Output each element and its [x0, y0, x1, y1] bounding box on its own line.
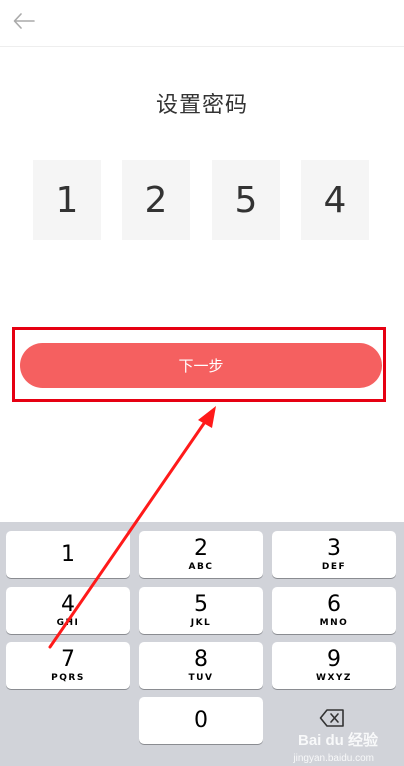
key-letters: MNO [319, 617, 349, 628]
key-number: 5 [194, 591, 208, 617]
key-7[interactable]: 7 PQRS [6, 642, 130, 689]
key-8[interactable]: 8 TUV [139, 642, 263, 689]
key-letters: JKL [190, 617, 212, 628]
key-letters: WXYZ [316, 672, 352, 683]
key-3[interactable]: 3 DEF [272, 531, 396, 578]
key-number: 2 [194, 535, 208, 561]
key-number: 7 [61, 646, 75, 672]
key-letters: DEF [321, 561, 347, 572]
key-0[interactable]: 0 [139, 697, 263, 744]
top-bar [0, 0, 404, 47]
pin-digit-box[interactable]: 5 [212, 160, 280, 240]
backspace-icon [319, 708, 345, 732]
key-number: 8 [194, 646, 208, 672]
back-button[interactable] [8, 8, 40, 38]
next-button[interactable]: 下一步 [20, 343, 382, 388]
key-number: 4 [61, 591, 75, 617]
page-title: 设置密码 [155, 93, 248, 118]
pin-digit-box[interactable]: 4 [301, 160, 369, 240]
key-letters: TUV [188, 672, 214, 683]
key-6[interactable]: 6 MNO [272, 587, 396, 634]
pin-digit-box[interactable]: 1 [33, 160, 101, 240]
arrow-left-icon [13, 13, 35, 33]
watermark-url: jingyan.baidu.com [293, 753, 374, 764]
pin-digit-box[interactable]: 2 [122, 160, 190, 240]
key-letters: GHI [56, 617, 80, 628]
key-number: 1 [61, 541, 75, 567]
baidu-watermark: Bai du 经验 [297, 732, 378, 749]
key-5[interactable]: 5 JKL [139, 587, 263, 634]
key-9[interactable]: 9 WXYZ [272, 642, 396, 689]
key-number: 9 [327, 646, 341, 672]
key-number: 3 [327, 535, 341, 561]
key-1[interactable]: 1 [6, 531, 130, 578]
key-4[interactable]: 4 GHI [6, 587, 130, 634]
key-number: 6 [327, 591, 341, 617]
key-number: 0 [194, 707, 208, 733]
key-letters: ABC [188, 561, 214, 572]
key-2[interactable]: 2 ABC [139, 531, 263, 578]
key-letters: PQRS [51, 672, 85, 683]
